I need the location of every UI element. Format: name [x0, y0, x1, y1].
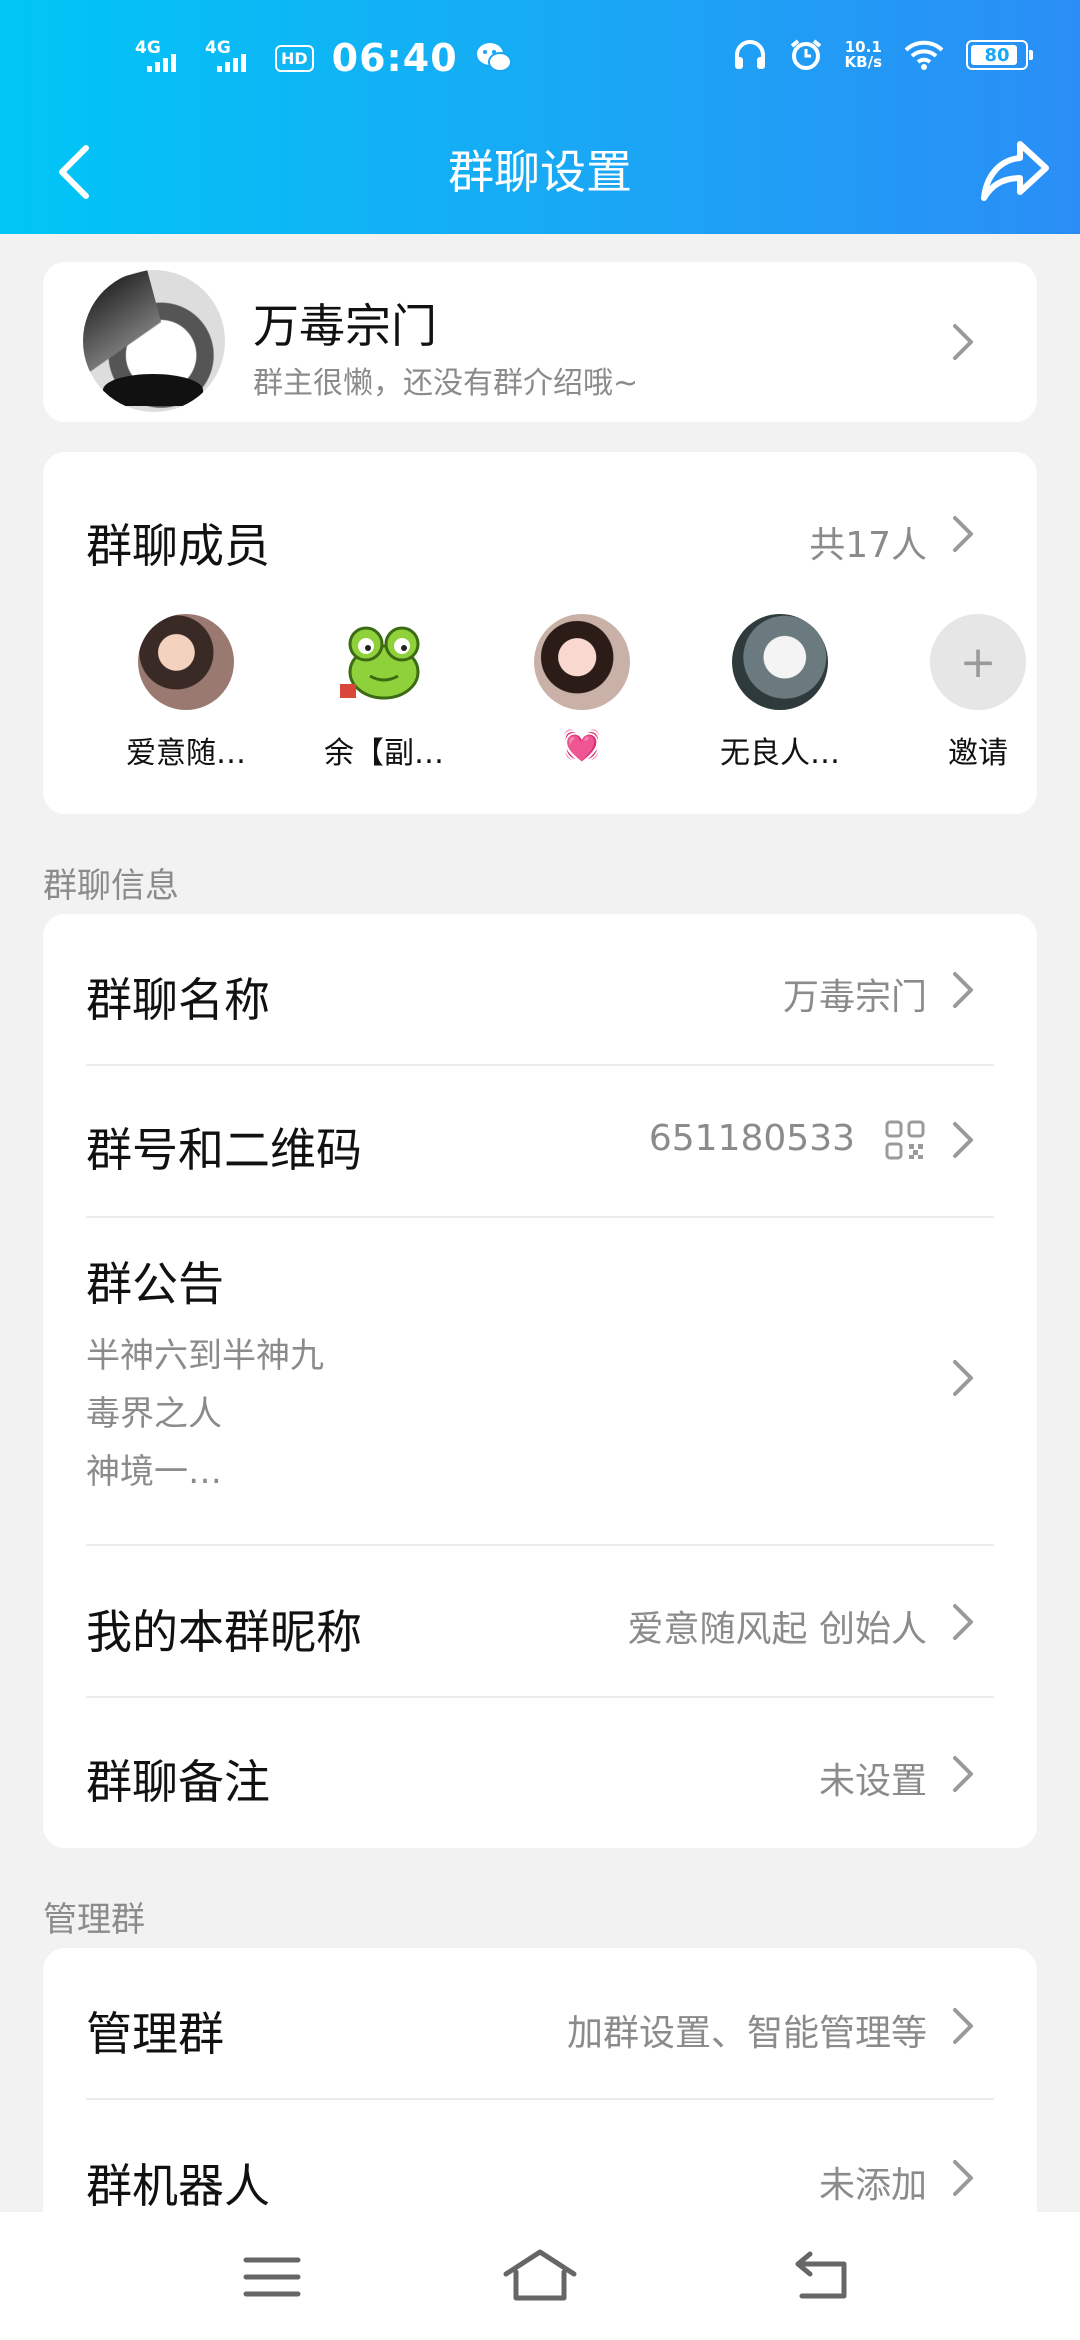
member-item[interactable]: 爱意随… [96, 614, 276, 772]
avatar [138, 614, 234, 710]
avatar [534, 614, 630, 710]
member-avatars: 爱意随… 余【副… 💓 无良人… + 邀请 [43, 614, 1037, 774]
qr-code-icon [885, 1120, 925, 1160]
group-notice-row[interactable]: 群公告 半神六到半神九 毒界之人 神境一… [43, 1218, 1037, 1534]
member-name: 无良人… [720, 736, 840, 771]
member-item[interactable]: 余【副… [294, 614, 474, 772]
member-item[interactable]: 无良人… [690, 614, 870, 772]
network-speed: 10.1 KB/s [844, 38, 882, 71]
chevron-right-icon [953, 1604, 973, 1640]
row-title: 群号和二维码 [86, 1123, 362, 1177]
row-title: 管理群 [86, 2007, 224, 2061]
member-name: 余【副… [324, 736, 444, 771]
chevron-right-icon [953, 1360, 973, 1396]
status-bar: 4G 4G HD 06:40 10.1 KB/s 80 [0, 36, 1080, 86]
row-title: 我的本群昵称 [86, 1605, 362, 1659]
member-name: 爱意随… [126, 736, 246, 771]
group-name-row[interactable]: 群聊名称 万毒宗门 [43, 914, 1037, 1064]
row-value: 未添加 [818, 2165, 927, 2206]
row-title: 群公告 [86, 1257, 224, 1311]
invite-button[interactable]: + 邀请 [888, 614, 1068, 772]
group-avatar [83, 270, 225, 412]
notice-line: 毒界之人 [86, 1394, 222, 1434]
section-label-manage: 管理群 [43, 1900, 145, 1940]
row-title: 群聊名称 [86, 973, 270, 1027]
avatar [336, 614, 432, 710]
chevron-right-icon [953, 2160, 973, 2196]
group-profile-card[interactable]: 万毒宗门 群主很懒，还没有群介绍哦~ [43, 262, 1037, 422]
battery-icon: 80 [966, 40, 1033, 70]
group-number-row[interactable]: 群号和二维码 651180533 [43, 1066, 1037, 1216]
chevron-right-icon [953, 1756, 973, 1792]
members-title: 群聊成员 [86, 519, 270, 573]
members-count: 共17人 [809, 525, 927, 566]
row-value: 爱意随风起 创始人 [627, 1609, 927, 1650]
headphones-icon [734, 40, 765, 69]
group-number: 651180533 [648, 1118, 855, 1159]
members-card: 群聊成员 共17人 爱意随… 余【副… 💓 无良人… + 邀请 [43, 452, 1037, 814]
frog-icon [340, 626, 420, 700]
invite-label: 邀请 [948, 736, 1008, 771]
chevron-right-icon [953, 516, 973, 552]
manage-group-row[interactable]: 管理群 加群设置、智能管理等 [43, 1948, 1037, 2098]
alarm-icon [790, 39, 821, 70]
row-title: 群机器人 [86, 2159, 270, 2213]
row-value: 万毒宗门 [782, 977, 927, 1018]
members-row[interactable]: 群聊成员 共17人 [43, 452, 1037, 573]
group-description: 群主很懒，还没有群介绍哦~ [253, 366, 639, 401]
plus-icon: + [930, 614, 1026, 710]
row-value: 加群设置、智能管理等 [566, 2013, 927, 2054]
chevron-right-icon [953, 972, 973, 1008]
cell-signal-icon: 4G [135, 38, 187, 78]
hd-icon: HD [275, 44, 314, 72]
cell-signal-icon: 4G [205, 38, 257, 78]
app-header: 4G 4G HD 06:40 10.1 KB/s 80 群聊设置 [0, 0, 1080, 234]
chevron-right-icon [953, 1122, 973, 1158]
back-icon[interactable] [784, 2242, 864, 2312]
chevron-right-icon [953, 324, 973, 360]
member-name: 💓 [563, 728, 601, 763]
row-value: 未设置 [818, 1761, 927, 1802]
menu-icon[interactable] [232, 2242, 312, 2312]
system-nav-bar [0, 2212, 1080, 2340]
group-name: 万毒宗门 [253, 299, 437, 353]
avatar [732, 614, 828, 710]
group-info-card: 群聊名称 万毒宗门 群号和二维码 651180533 群公告 半神六到半神九 毒… [43, 914, 1037, 1848]
notice-line: 神境一… [86, 1452, 222, 1492]
row-title: 群聊备注 [86, 1755, 270, 1809]
wifi-icon [904, 40, 944, 70]
group-remark-row[interactable]: 群聊备注 未设置 [43, 1698, 1037, 1848]
member-item[interactable]: 💓 [492, 614, 672, 763]
home-icon[interactable] [500, 2242, 580, 2312]
my-nickname-row[interactable]: 我的本群昵称 爱意随风起 创始人 [43, 1546, 1037, 1696]
status-time: 06:40 [331, 36, 458, 80]
page-title: 群聊设置 [448, 145, 632, 199]
wechat-icon [476, 43, 512, 72]
section-label-group-info: 群聊信息 [43, 866, 179, 906]
chevron-right-icon [953, 2008, 973, 2044]
share-forward-icon[interactable] [980, 138, 1050, 204]
notice-line: 半神六到半神九 [86, 1336, 324, 1376]
